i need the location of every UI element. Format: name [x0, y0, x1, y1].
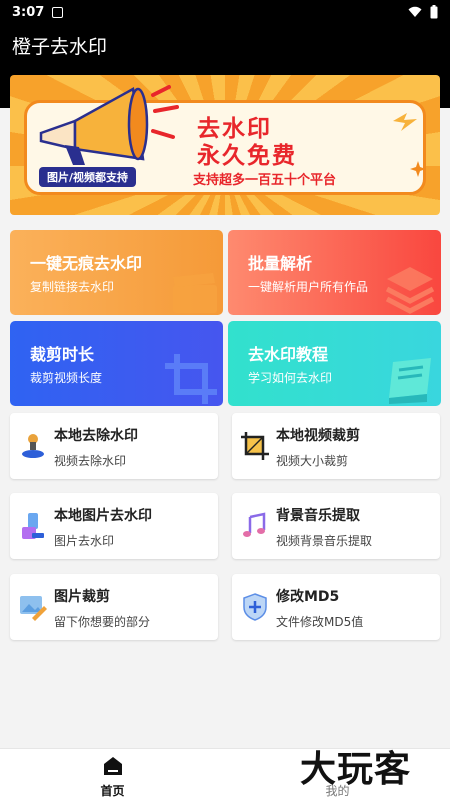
feature-subtitle: 复制链接去水印 — [30, 280, 115, 294]
banner-title-line2: 永久免费 — [197, 143, 297, 169]
feature-card-tutorial[interactable]: 去水印教程 学习如何去水印 — [228, 321, 441, 406]
tool-subtitle: 文件修改MD5值 — [276, 615, 364, 629]
wifi-icon — [408, 6, 422, 17]
feature-title: 一键无痕去水印 — [30, 254, 143, 273]
watermark-logo: 大玩客 — [300, 748, 412, 790]
lightning-icon — [393, 113, 417, 131]
stamp-icon — [22, 434, 44, 458]
tool-local-remove-watermark[interactable]: 本地去除水印 视频去除水印 — [10, 413, 218, 479]
sparkle-icon — [410, 161, 426, 177]
tool-subtitle: 图片去水印 — [54, 534, 115, 548]
battery-icon — [430, 5, 438, 19]
crop-icon — [241, 432, 269, 460]
feature-card-remove-watermark[interactable]: 一键无痕去水印 复制链接去水印 — [10, 230, 223, 315]
tool-local-image-remove-watermark[interactable]: 本地图片去水印 图片去水印 — [10, 493, 218, 559]
tool-title: 本地去除水印 — [54, 428, 138, 444]
crop-icon — [165, 354, 217, 404]
feature-card-trim-duration[interactable]: 裁剪时长 裁剪视频长度 — [10, 321, 223, 406]
tool-subtitle: 视频背景音乐提取 — [276, 534, 373, 548]
tool-title: 背景音乐提取 — [276, 508, 360, 524]
tool-title: 修改MD5 — [276, 589, 340, 605]
music-note-icon — [243, 512, 266, 537]
banner-subtitle: 支持超多一百五十个平台 — [193, 173, 337, 188]
feature-subtitle: 裁剪视频长度 — [30, 371, 103, 385]
paint-roller-icon — [22, 513, 44, 539]
nav-home-tab[interactable]: 首页 — [75, 753, 150, 798]
nav-home-label: 首页 — [100, 784, 125, 798]
feature-subtitle: 学习如何去水印 — [248, 371, 333, 385]
image-edit-icon — [20, 596, 47, 621]
tool-title: 图片裁剪 — [54, 589, 110, 605]
tool-subtitle: 视频去除水印 — [54, 454, 127, 468]
feature-card-batch-parse[interactable]: 批量解析 一键解析用户所有作品 — [228, 230, 441, 315]
megaphone-icon — [39, 85, 179, 165]
notification-icon — [52, 6, 64, 18]
banner-pill: 图片/视频都支持 — [39, 167, 137, 187]
status-bar: 3:07 — [0, 0, 450, 24]
feature-subtitle: 一键解析用户所有作品 — [248, 280, 369, 294]
status-time: 3:07 — [12, 4, 45, 20]
tool-modify-md5[interactable]: 修改MD5 文件修改MD5值 — [232, 574, 440, 640]
tool-subtitle: 留下你想要的部分 — [54, 615, 151, 629]
feature-title: 批量解析 — [248, 254, 313, 273]
banner-card: 去水印 永久免费 图片/视频都支持 支持超多一百五十个平台 — [24, 85, 426, 195]
tool-local-video-crop[interactable]: 本地视频裁剪 视频大小裁剪 — [232, 413, 440, 479]
home-icon — [104, 757, 122, 775]
tool-title: 本地图片去水印 — [54, 508, 152, 524]
book-icon — [389, 358, 431, 404]
tool-subtitle: 视频大小裁剪 — [276, 454, 349, 468]
tool-title: 本地视频裁剪 — [276, 428, 360, 444]
promo-banner[interactable]: 去水印 永久免费 图片/视频都支持 支持超多一百五十个平台 — [10, 75, 440, 215]
shield-plus-icon — [243, 593, 267, 621]
clapperboard-icon — [173, 273, 217, 313]
tool-bgm-extract[interactable]: 背景音乐提取 视频背景音乐提取 — [232, 493, 440, 559]
layers-icon — [385, 267, 435, 314]
feature-title: 去水印教程 — [248, 345, 329, 364]
app-title: 橙子去水印 — [12, 36, 108, 58]
tool-image-crop[interactable]: 图片裁剪 留下你想要的部分 — [10, 574, 218, 640]
feature-title: 裁剪时长 — [30, 345, 95, 364]
